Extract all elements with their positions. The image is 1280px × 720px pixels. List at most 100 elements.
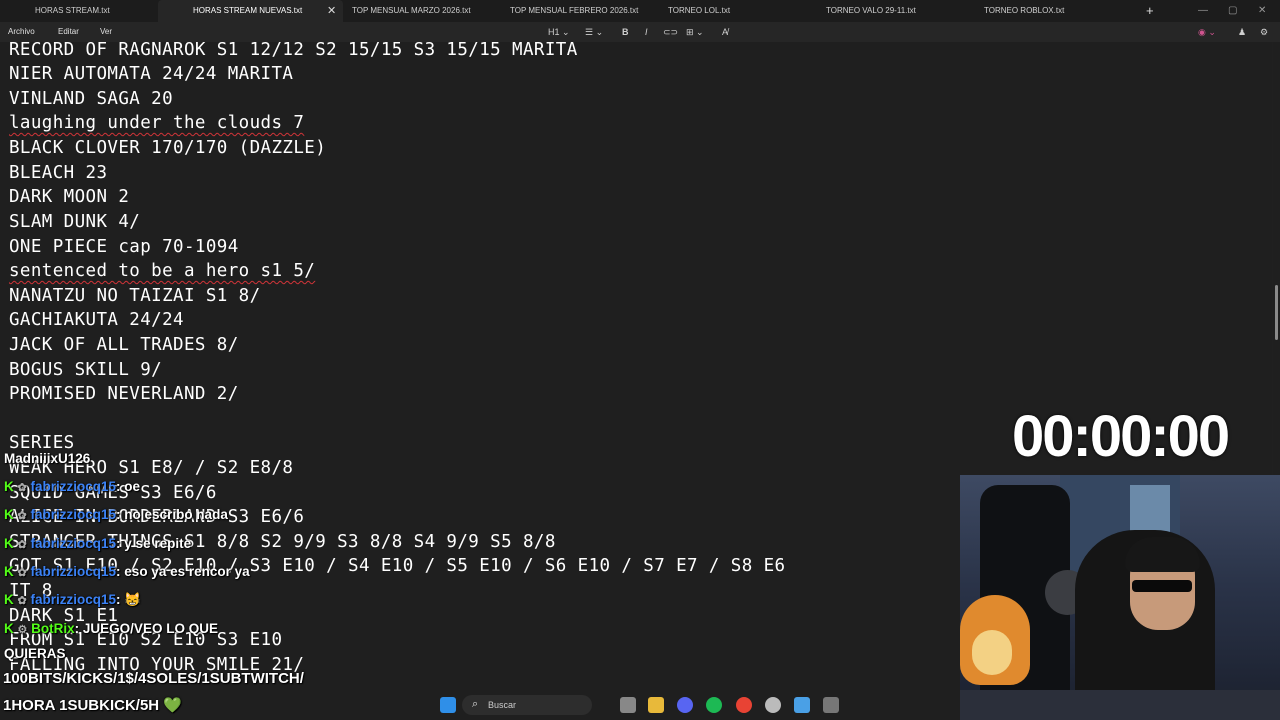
editor-line: GACHIAKUTA 24/24: [9, 310, 184, 330]
menu-archivo[interactable]: Archivo: [8, 22, 35, 42]
obs-icon[interactable]: [765, 697, 781, 713]
chat-message: K ⚙ BotRix: JUEGO/VEO LO QUE: [4, 621, 218, 636]
menu-ver[interactable]: Ver: [100, 22, 112, 42]
search-icon: ⌕: [472, 698, 479, 710]
editor-line: JACK OF ALL TRADES 8/: [9, 335, 239, 355]
editor-line: NANATZU NO TAIZAI S1 8/: [9, 286, 261, 306]
tab-torneo-lol[interactable]: TORNEO LOL.txt: [633, 0, 791, 22]
heading-label: H1: [548, 27, 560, 37]
window-close-icon[interactable]: ✕: [1258, 0, 1266, 22]
scrollbar-thumb[interactable]: [1275, 285, 1278, 340]
app-icon[interactable]: [823, 697, 839, 713]
tab-label: TORNEO ROBLOX.txt: [984, 6, 1065, 15]
notepad-icon[interactable]: [794, 697, 810, 713]
new-tab-icon[interactable]: +: [1146, 0, 1154, 22]
bold-button[interactable]: B: [622, 22, 629, 42]
tab-torneo-roblox[interactable]: TORNEO ROBLOX.txt: [949, 0, 1107, 22]
editor-line: DARK MOON 2: [9, 187, 130, 207]
tab-label: HORAS STREAM.txt: [35, 6, 110, 15]
sub-goal-info: 1HORA 1SUBKICK/5H 💚: [3, 697, 182, 714]
chat-username: fabrizziocq15: [30, 479, 117, 494]
menu-editar[interactable]: Editar: [58, 22, 79, 42]
badge-icon: ✿: [17, 595, 27, 607]
webcam-sunglasses: [1132, 580, 1192, 592]
chat-message: K ✿ fabrizziocq15: eso ya es rencor ya: [4, 564, 250, 579]
webcam-streamer-hair: [1125, 537, 1200, 572]
account-icon[interactable]: ♟: [1238, 22, 1246, 42]
chat-text: y se repite: [124, 536, 192, 551]
chat-text: JUEGO/VEO LO QUE: [82, 621, 218, 636]
taskbar-search[interactable]: Buscar: [462, 695, 592, 715]
bot-badge-icon: ⚙: [17, 624, 28, 636]
kick-logo-icon: K: [4, 564, 14, 579]
table-dropdown-icon[interactable]: ⊞ ⌄: [686, 22, 704, 42]
chat-username: BotRix: [31, 621, 75, 636]
copilot-icon[interactable]: ◉ ⌄: [1198, 22, 1216, 42]
tab-label: TOP MENSUAL MARZO 2026.txt: [352, 6, 471, 15]
tab-label: HORAS STREAM NUEVAS.txt: [193, 6, 303, 15]
tab-horas-stream[interactable]: HORAS STREAM.txt: [0, 0, 158, 22]
editor-line: BLACK CLOVER 170/170 (DAZZLE): [9, 138, 327, 158]
menu-bar: Archivo Editar Ver H1 ⌄ ☰ ⌄ B I ⊂⊃ ⊞ ⌄ A…: [0, 22, 1280, 42]
editor-line: sentenced to be a hero s1 5/: [9, 261, 316, 281]
task-view-icon[interactable]: [620, 697, 636, 713]
chat-message-wrap: QUIERAS: [4, 646, 66, 661]
kick-logo-icon: K: [4, 536, 14, 551]
clear-format-icon[interactable]: A̸: [722, 22, 728, 42]
taskbar: Buscar ⌕: [430, 690, 850, 720]
settings-gear-icon[interactable]: ⚙: [1260, 22, 1268, 42]
chat-text: eso ya es rencor ya: [124, 564, 250, 579]
kick-logo-icon: K: [4, 479, 14, 494]
chat-username: fabrizziocq15: [30, 564, 117, 579]
tab-label: TORNEO VALO 29-11.txt: [826, 6, 916, 15]
kick-logo-icon: K: [4, 592, 14, 607]
badge-icon: ✿: [17, 510, 27, 522]
webcam-desk: [960, 690, 1280, 720]
minimize-icon[interactable]: —: [1198, 0, 1208, 22]
chrome-icon[interactable]: [736, 697, 752, 713]
stream-timer: 00:00:00: [1012, 404, 1230, 469]
kick-logo-icon: K: [4, 507, 14, 522]
editor-line: VINLAND SAGA 20: [9, 89, 174, 109]
windows-start-icon[interactable]: [440, 697, 456, 713]
italic-button[interactable]: I: [645, 22, 648, 42]
chat-message: K ✿ fabrizziocq15: 😸: [4, 592, 142, 607]
tab-label: TOP MENSUAL FEBRERO 2026.txt: [510, 6, 639, 15]
search-label: Buscar: [488, 700, 517, 710]
editor-line: SERIES: [9, 433, 75, 453]
heading-dropdown[interactable]: H1 ⌄: [548, 22, 570, 42]
chat-username: fabrizziocq15: [30, 536, 117, 551]
badge-icon: ✿: [17, 539, 27, 551]
editor-line: ONE PIECE cap 70-1094: [9, 237, 239, 257]
webcam-plush-belly: [972, 630, 1012, 675]
editor-line: laughing under the clouds 7: [9, 113, 305, 133]
link-icon[interactable]: ⊂⊃: [663, 22, 678, 42]
chat-username: MadniiixU126: [4, 451, 91, 466]
editor-line: BOGUS SKILL 9/: [9, 360, 163, 380]
kick-logo-icon: K: [4, 621, 14, 636]
tab-top-mensual-marzo[interactable]: TOP MENSUAL MARZO 2026.txt: [317, 0, 475, 22]
chat-text: oe: [124, 479, 141, 494]
tab-torneo-valo[interactable]: TORNEO VALO 29-11.txt: [791, 0, 949, 22]
maximize-icon[interactable]: ▢: [1228, 0, 1237, 22]
tab-horas-stream-nuevas[interactable]: HORAS STREAM NUEVAS.txt: [158, 0, 343, 22]
editor-line: RECORD OF RAGNAROK S1 12/12 S2 15/15 S3 …: [9, 42, 578, 60]
tab-bar: HORAS STREAM.txt HORAS STREAM NUEVAS.txt…: [0, 0, 1280, 22]
chat-text: no escribo nada: [124, 507, 228, 522]
tab-label: TORNEO LOL.txt: [668, 6, 731, 15]
chat-message: K ✿ fabrizziocq15: no escribo nada: [4, 507, 228, 522]
spotify-icon[interactable]: [706, 697, 722, 713]
discord-icon[interactable]: [677, 697, 693, 713]
chat-username: fabrizziocq15: [30, 507, 117, 522]
editor-line: PROMISED NEVERLAND 2/: [9, 384, 239, 404]
chat-partial-row: MadniiixU126: [4, 451, 90, 466]
donation-info: 100BITS/KICKS/1$/4SOLES/1SUBTWITCH/: [3, 670, 304, 687]
file-explorer-icon[interactable]: [648, 697, 664, 713]
tab-top-mensual-febrero[interactable]: TOP MENSUAL FEBRERO 2026.txt: [475, 0, 638, 22]
editor-line: SLAM DUNK 4/: [9, 212, 141, 232]
chat-message: K ✿ fabrizziocq15: oe: [4, 479, 141, 494]
list-dropdown-icon[interactable]: ☰ ⌄: [585, 22, 603, 42]
chat-message: K ✿ fabrizziocq15: y se repite: [4, 536, 192, 551]
badge-icon: ✿: [17, 482, 27, 494]
webcam-feed: [960, 475, 1280, 720]
